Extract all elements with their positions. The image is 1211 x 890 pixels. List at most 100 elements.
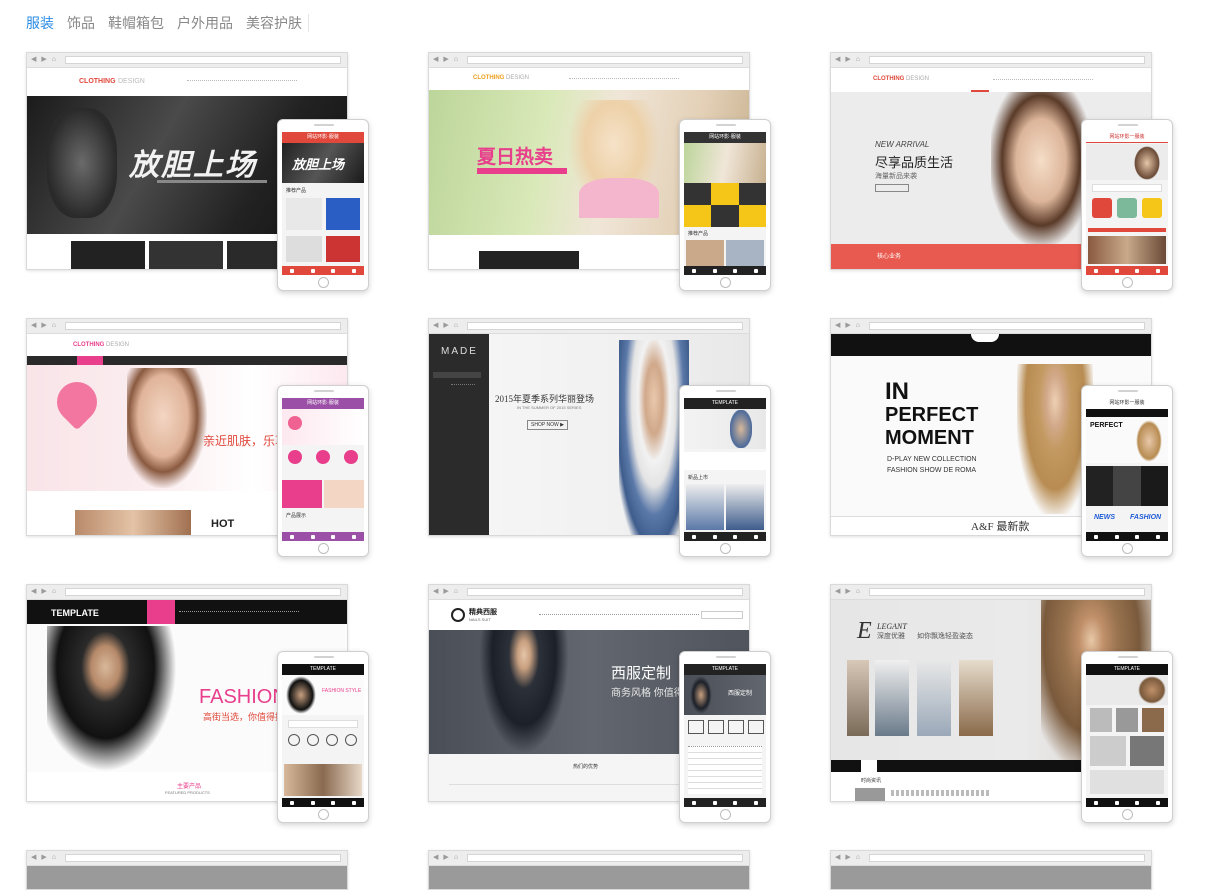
forward-icon: ▶ <box>845 854 851 861</box>
address-bar <box>869 588 1145 596</box>
phone-speaker <box>716 124 736 126</box>
phone-home-button <box>720 809 731 820</box>
browser-toolbar: ◀ ▶ ⌂ <box>429 319 749 334</box>
phone-home-button <box>1122 543 1133 554</box>
phone-tabbar <box>684 798 766 807</box>
back-icon: ◀ <box>433 854 439 861</box>
template-card-4[interactable]: ◀ ▶ ⌂ CLOTHING DESIGN 亲近肌肤，乐享 HOT 网站环影·服… <box>26 318 372 558</box>
mobile-preview: TEMPLATE <box>1081 651 1173 823</box>
shop-now-button[interactable]: SHOP NOW ▶ <box>527 420 568 430</box>
template-card-6[interactable]: ◀ ▶ ⌂ IN PERFECT MOMENT D-PLAY NEW COLLE… <box>830 318 1176 558</box>
phone-screen: TEMPLATE 新品上市 <box>684 398 766 541</box>
phone-hero: PERFECT <box>1090 422 1123 429</box>
template-card-3[interactable]: ◀ ▶ ⌂ CLOTHING DESIGN NEW ARRIVAL 尽享品质生活… <box>830 52 1176 292</box>
forward-icon: ▶ <box>41 588 47 595</box>
phone-section-title: 推荐产品 <box>688 231 709 237</box>
phone-tabbar <box>1086 266 1168 275</box>
phone-home-button <box>318 809 329 820</box>
phone-tabbar <box>282 266 364 275</box>
hero-eyebrow: NEW ARRIVAL <box>875 140 930 149</box>
home-icon: ⌂ <box>855 322 861 329</box>
phone-screen: TEMPLATE 西服定制 <box>684 664 766 807</box>
back-icon: ◀ <box>433 588 439 595</box>
phone-home-button <box>318 543 329 554</box>
browser-toolbar: ◀ ▶ ⌂ <box>831 319 1151 334</box>
template-card-2[interactable]: ◀ ▶ ⌂ CLOTHING DESIGN 夏日热卖 网站环影·服装 推荐产品 <box>428 52 774 292</box>
template-card-12[interactable]: ◀ ▶ ⌂ <box>830 850 1176 890</box>
template-card-7[interactable]: ◀ ▶ ⌂ TEMPLATE FASHION 高街当选，你值得拥有 主要产品 F… <box>26 584 372 824</box>
template-card-5[interactable]: ◀ ▶ ⌂ MADE 2015年夏季系列华丽登场 IN THE SUMMER O… <box>428 318 774 558</box>
back-icon: ◀ <box>31 854 37 861</box>
browser-toolbar: ◀ ▶ ⌂ <box>429 53 749 68</box>
forward-icon: ▶ <box>845 56 851 63</box>
phone-screen: TEMPLATE <box>1086 664 1168 807</box>
browser-toolbar: ◀ ▶ ⌂ <box>27 53 347 68</box>
template-card-9[interactable]: ◀ ▶ ⌂ E LEGANT 深度优雅 如你飘逸轻盈姿态 时尚资讯 TEMPLA… <box>830 584 1176 824</box>
back-icon: ◀ <box>433 322 439 329</box>
phone-header: TEMPLATE <box>1086 664 1168 675</box>
desktop-preview: ◀ ▶ ⌂ <box>26 850 348 890</box>
home-icon: ⌂ <box>453 56 459 63</box>
hero-sub-1: D-PLAY NEW COLLECTION <box>887 456 977 463</box>
hero-sub-2: FASHION SHOW DE ROMA <box>887 467 977 474</box>
mobile-preview: 网站环影·服装 推荐产品 <box>679 119 771 291</box>
address-bar <box>869 322 1145 330</box>
address-bar <box>65 854 341 862</box>
hero-line-3: MOMENT <box>885 427 974 449</box>
section-title: 主要产品 <box>177 784 202 790</box>
home-icon: ⌂ <box>51 322 57 329</box>
tab-accessories[interactable]: 饰品 <box>67 14 95 32</box>
back-icon: ◀ <box>31 322 37 329</box>
template-card-10[interactable]: ◀ ▶ ⌂ <box>26 850 372 890</box>
phone-screen: 网站环影一服装 PERFECT NEWS FASHION <box>1086 398 1168 541</box>
site-brand-cn: 深度优雅 <box>877 633 905 640</box>
home-icon: ⌂ <box>855 588 861 595</box>
site-brand: MADE <box>441 346 478 357</box>
tab-beauty[interactable]: 美容护肤 <box>246 14 302 32</box>
browser-toolbar: ◀ ▶ ⌂ <box>27 319 347 334</box>
phone-tabbar <box>1086 798 1168 807</box>
hero-subtitle: IN THE SUMMER OF 2015 SERIES <box>517 405 582 410</box>
phone-speaker <box>314 656 334 658</box>
hot-label: HOT <box>211 518 235 530</box>
home-icon: ⌂ <box>453 588 459 595</box>
phone-speaker <box>716 656 736 658</box>
hero-title: 亲近肌肤，乐享 <box>203 434 288 448</box>
mobile-preview: 网站环影一服装 PERFECT NEWS FASHION <box>1081 385 1173 557</box>
home-icon: ⌂ <box>51 854 57 861</box>
browser-toolbar: ◀ ▶ ⌂ <box>429 585 749 600</box>
mobile-preview: 网站环影·服装 放胆上场 推荐产品 <box>277 119 369 291</box>
address-bar <box>467 56 743 64</box>
phone-speaker <box>314 124 334 126</box>
site-preview <box>27 866 347 889</box>
mobile-preview: 网站环影一服装 <box>1081 119 1173 291</box>
strip-label: 核心业务 <box>877 254 902 260</box>
desktop-preview: ◀ ▶ ⌂ <box>830 850 1152 890</box>
forward-icon: ▶ <box>41 56 47 63</box>
category-tabs: 服装 饰品 鞋帽箱包 户外用品 美容护肤 <box>26 14 309 32</box>
phone-header: 网站环影·服装 <box>282 398 364 409</box>
template-card-1[interactable]: ◀ ▶ ⌂ CLOTHING DESIGN 放胆上场 网站环影·服装 放胆上场 … <box>26 52 372 292</box>
address-bar <box>65 588 341 596</box>
phone-header: 网站环影·服装 <box>282 132 364 143</box>
hero-title: 夏日热卖 <box>477 147 554 168</box>
phone-speaker <box>314 390 334 392</box>
mobile-preview: TEMPLATE FASHION STYLE <box>277 651 369 823</box>
home-icon: ⌂ <box>855 56 861 63</box>
tab-clothing[interactable]: 服装 <box>26 14 54 32</box>
tab-shoes-bags[interactable]: 鞋帽箱包 <box>108 14 164 32</box>
site-logo: CLOTHING <box>79 78 116 85</box>
address-bar <box>869 854 1145 862</box>
phone-promo-2: FASHION <box>1130 514 1162 521</box>
back-icon: ◀ <box>835 322 841 329</box>
section-title: A&F 最新款 <box>971 521 1030 533</box>
address-bar <box>65 322 341 330</box>
template-card-11[interactable]: ◀ ▶ ⌂ <box>428 850 774 890</box>
address-bar <box>65 56 341 64</box>
hero-line-1: IN <box>885 378 909 405</box>
template-card-8[interactable]: ◀ ▶ ⌂ 精典西服 NAILS SUIT 西服定制 商务风格 你值得拥 热们的… <box>428 584 774 824</box>
tab-outdoor[interactable]: 户外用品 <box>177 14 233 32</box>
section-subtitle: FEATURED PRODUCTS <box>165 790 210 795</box>
back-icon: ◀ <box>835 588 841 595</box>
phone-header: TEMPLATE <box>282 664 364 675</box>
